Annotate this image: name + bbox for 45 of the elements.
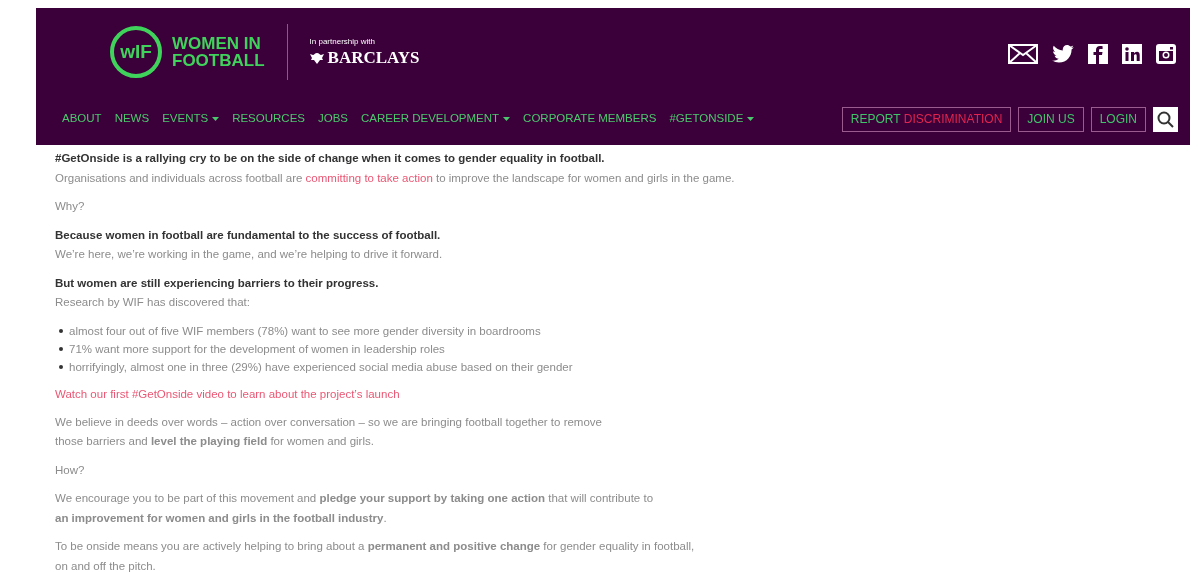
nav-link[interactable]: CAREER DEVELOPMENT: [361, 110, 511, 128]
caret-icon: [212, 117, 220, 121]
wif-logo-mark[interactable]: wIF: [110, 26, 162, 78]
bullet-icon: [59, 328, 63, 333]
paragraph: Research by WIF has discovered that:: [55, 295, 251, 310]
twitter-icon[interactable]: [1052, 45, 1074, 63]
partner-name: BARCLAYS: [327, 48, 420, 68]
caret-icon: [747, 117, 755, 121]
search-icon: [1157, 110, 1174, 128]
bullet-icon: [59, 364, 63, 369]
list-item: horrifyingly, almost one in three (29%) have experienced social media abuse based on their gender: [69, 359, 573, 375]
caret-icon: [503, 117, 511, 121]
paragraph: We believe in deeds over words – action over conversation – so we are bringing football together to remove those barriers and level the playing field for women and girls.: [55, 414, 603, 449]
paragraph: Organisations and individuals across football are committing to take action to improve the landscape for women and girls in the game.: [55, 170, 736, 186]
facebook-icon[interactable]: [1088, 44, 1108, 64]
text-link[interactable]: committing to take action: [305, 171, 433, 184]
login-button[interactable]: LOGIN: [1090, 106, 1146, 132]
linkedin-icon[interactable]: [1122, 44, 1142, 64]
mail-icon[interactable]: [1008, 44, 1038, 64]
list-item: 71% want more support for the development of women in leadership roles: [69, 341, 445, 357]
nav-link[interactable]: JOBS: [318, 110, 349, 128]
text-link[interactable]: Watch our first #GetOnside video to learn about the project’s launch: [55, 387, 400, 400]
nav-link[interactable]: CORPORATE MEMBERS: [523, 110, 657, 128]
nav-link[interactable]: NEWS: [114, 110, 150, 128]
list-item: almost four out of five WIF members (78%) want to see more gender diversity in boardrooms: [69, 323, 541, 339]
logo-wordmark: WOMEN IN FOOTBALL: [172, 35, 265, 69]
nav-link[interactable]: EVENTS: [162, 110, 220, 128]
bullet-icon: [59, 346, 63, 351]
nav-link[interactable]: #GETONSIDE: [669, 110, 755, 128]
nav-link[interactable]: ABOUT: [62, 110, 102, 128]
report-discrimination-button[interactable]: REPORT DISCRIMINATION: [841, 106, 1012, 132]
bold-statement: #GetOnside is a rallying cry to be on the side of change when it comes to gender equality in football.: [55, 151, 606, 166]
paragraph: How?: [55, 462, 86, 478]
search-button[interactable]: [1153, 106, 1178, 132]
instagram-icon[interactable]: [1156, 44, 1176, 64]
paragraph: We encourage you to be part of this movement and pledge your support by taking one action that will contribute to an improvement for women and girls in the football industry.: [55, 491, 655, 526]
paragraph: We’re here, we’re working in the game, and we’re helping to drive it forward.: [55, 247, 444, 262]
nav-link[interactable]: RESOURCES: [232, 110, 305, 128]
eagle-icon: [309, 51, 324, 65]
paragraph: Why?: [55, 199, 86, 214]
join-button[interactable]: JOIN US: [1018, 106, 1084, 132]
paragraph: To be onside means you are actively helping to bring about a permanent and positive change for gender equality in football, on and off the pitch.: [55, 539, 696, 572]
bold-statement: But women are still experiencing barriers to their progress.: [55, 275, 380, 291]
bold-statement: Because women in football are fundamental to the success of football.: [55, 227, 442, 243]
partner-caption: In partnership with: [309, 36, 376, 48]
